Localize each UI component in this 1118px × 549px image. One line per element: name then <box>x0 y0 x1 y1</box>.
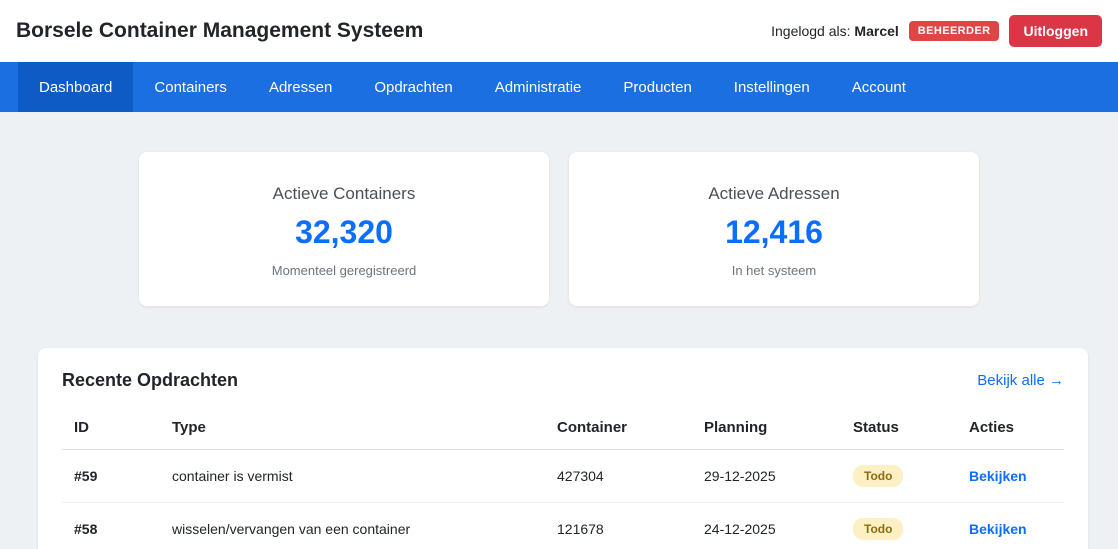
table-row: #58 wisselen/vervangen van een container… <box>62 502 1064 549</box>
view-order-link[interactable]: Bekijken <box>969 521 1027 537</box>
col-header-acties: Acties <box>957 407 1064 450</box>
order-type: container is vermist <box>160 449 545 503</box>
nav-item-account[interactable]: Account <box>831 62 927 112</box>
stat-subtitle: In het systeem <box>731 263 817 278</box>
stat-subtitle: Momenteel geregistreerd <box>271 263 417 278</box>
orders-table-header-row: ID Type Container Planning Status Acties <box>62 407 1064 450</box>
nav-item-containers[interactable]: Containers <box>133 62 248 112</box>
app-title: Borsele Container Management Systeem <box>16 19 424 42</box>
order-actions: Bekijken <box>957 502 1064 549</box>
col-header-id: ID <box>62 407 160 450</box>
order-planning: 29-12-2025 <box>692 449 841 503</box>
recent-orders-header: Recente Opdrachten Bekijk alle → <box>62 370 1064 391</box>
order-type: wisselen/vervangen van een container <box>160 502 545 549</box>
col-header-planning: Planning <box>692 407 841 450</box>
stat-title: Actieve Containers <box>272 184 416 203</box>
orders-table: ID Type Container Planning Status Acties… <box>62 407 1064 549</box>
nav-item-opdrachten[interactable]: Opdrachten <box>353 62 473 112</box>
header-right: Ingelogd als: Marcel BEHEERDER Uitloggen <box>771 15 1102 47</box>
main-content: Actieve Containers 32,320 Momenteel gere… <box>0 112 1118 549</box>
role-badge: BEHEERDER <box>908 21 1000 41</box>
order-container: 121678 <box>545 502 692 549</box>
col-header-status: Status <box>841 407 957 450</box>
order-planning: 24-12-2025 <box>692 502 841 549</box>
view-all-link[interactable]: Bekijk alle → <box>977 372 1064 389</box>
order-id: #59 <box>62 449 160 503</box>
col-header-type: Type <box>160 407 545 450</box>
nav-item-adressen[interactable]: Adressen <box>248 62 353 112</box>
nav-item-producten[interactable]: Producten <box>602 62 712 112</box>
table-row: #59 container is vermist 427304 29-12-20… <box>62 449 1064 503</box>
top-header: Borsele Container Management Systeem Ing… <box>0 0 1118 62</box>
status-badge: Todo <box>853 518 904 540</box>
stat-value: 32,320 <box>295 214 393 250</box>
stat-title: Actieve Adressen <box>708 184 840 203</box>
username: Marcel <box>854 23 899 39</box>
recent-orders-title: Recente Opdrachten <box>62 370 239 390</box>
recent-orders-card: Recente Opdrachten Bekijk alle → ID Type… <box>38 348 1088 549</box>
main-nav: Dashboard Containers Adressen Opdrachten… <box>0 62 1118 112</box>
nav-item-instellingen[interactable]: Instellingen <box>713 62 831 112</box>
view-order-link[interactable]: Bekijken <box>969 468 1027 484</box>
col-header-container: Container <box>545 407 692 450</box>
logged-in-as: Ingelogd als: Marcel <box>771 23 899 39</box>
logged-in-label: Ingelogd als: <box>771 23 851 39</box>
nav-item-dashboard[interactable]: Dashboard <box>18 62 134 112</box>
order-status: Todo <box>841 449 957 503</box>
status-badge: Todo <box>853 465 904 487</box>
nav-item-administratie[interactable]: Administratie <box>474 62 603 112</box>
order-status: Todo <box>841 502 957 549</box>
order-id: #58 <box>62 502 160 549</box>
stats-row: Actieve Containers 32,320 Momenteel gere… <box>0 152 1118 306</box>
stat-card-adressen: Actieve Adressen 12,416 In het systeem <box>569 152 979 306</box>
stat-card-containers: Actieve Containers 32,320 Momenteel gere… <box>139 152 549 306</box>
stat-value: 12,416 <box>725 214 823 250</box>
logout-button[interactable]: Uitloggen <box>1009 15 1102 47</box>
order-container: 427304 <box>545 449 692 503</box>
order-actions: Bekijken <box>957 449 1064 503</box>
